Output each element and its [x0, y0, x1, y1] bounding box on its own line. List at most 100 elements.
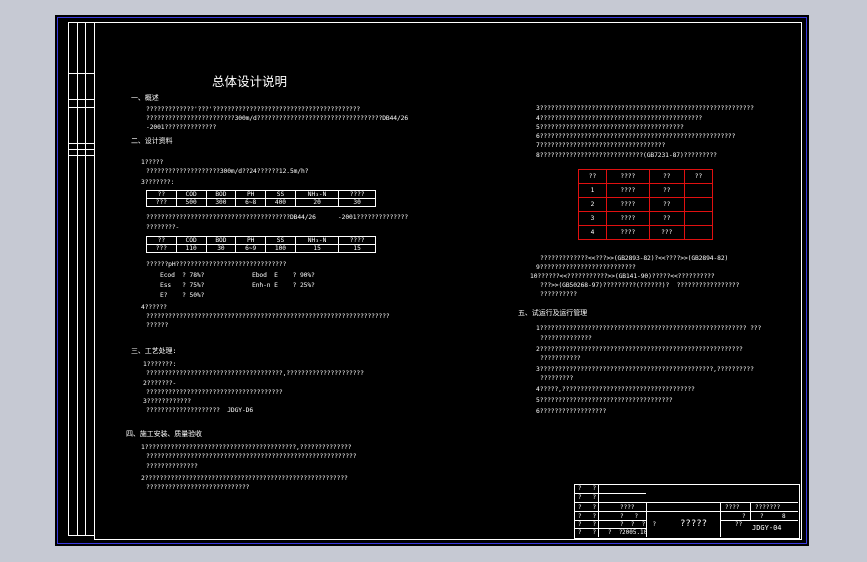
equipment-table: ?? ???? ?? ?? 1 ???? ?? 2 ???? ?? 3 ????…	[577, 169, 714, 240]
table-cell: ??	[146, 236, 177, 245]
s5-line: ???????????	[540, 355, 581, 362]
s5-line: 2???????????????????????????????????????…	[536, 346, 743, 353]
efficiency-left: E? ? 50%?	[160, 292, 205, 299]
inner-frame	[94, 22, 802, 540]
page-title: 总体设计说明	[212, 74, 288, 89]
table-cell: ??	[683, 169, 714, 184]
section-3-heading: 三、工艺处理:	[131, 347, 177, 355]
effluent-quality-table: ?? COD BOD PH SS NH₃-N ???? ??? 110 30 6…	[146, 236, 376, 253]
table-cell: 6~8	[235, 198, 267, 207]
table-cell: 300	[205, 198, 237, 207]
table-cell: ??	[648, 169, 685, 184]
tb-text: ? ?	[620, 513, 639, 520]
s3-line: 1???????:	[143, 361, 177, 368]
right-line: 8????????????????????????????(GB7231-87)…	[536, 152, 717, 159]
s4-line: ????????????????????????????????????????…	[146, 453, 357, 460]
table-cell: ??	[146, 190, 177, 199]
table-cell: NH₃-N	[294, 236, 340, 245]
table-cell: ??	[648, 197, 685, 212]
table-cell: SS	[265, 236, 296, 245]
table-cell: NH₃-N	[294, 190, 340, 199]
s2-line: ???????????????????????????????????????D…	[146, 214, 409, 221]
drawing-number: JDGY-04	[752, 524, 782, 532]
tb-text: ? ?	[608, 529, 623, 536]
section-5-heading: 五、试运行及运行管理	[518, 309, 587, 317]
table-cell: ????	[338, 190, 376, 199]
tb-text: ? ?	[578, 494, 597, 501]
table-cell: ????	[606, 183, 650, 198]
s1-line: -2001??????????????	[146, 124, 217, 131]
right-line: ??????????	[540, 291, 577, 298]
right-line: ???>>(GB50268-97)?????????(??????)? ????…	[540, 282, 740, 289]
s2-line: 3???????:	[141, 179, 175, 186]
table-cell: PH	[235, 190, 267, 199]
s2-line: ??????pH??????????????????????????????	[146, 261, 287, 268]
section-1-heading: 一、概述	[131, 94, 159, 102]
s5-line: 1???????????????????????????????????????…	[536, 325, 762, 332]
drawing-date: 2005.10	[622, 529, 648, 536]
table-cell: ??	[648, 183, 685, 198]
right-line: 6???????????????????????????????????????…	[536, 133, 736, 140]
s4-line: ??????????????	[146, 463, 198, 470]
table-cell: 20	[294, 198, 340, 207]
tb-text: ????	[725, 504, 740, 511]
table-cell: 100	[265, 244, 296, 253]
right-line: 5???????????????????????????????????????	[536, 124, 684, 131]
table-cell: 400	[265, 198, 296, 207]
drawing-name: ?????	[680, 519, 708, 529]
s3-line: 3????????????	[143, 398, 191, 405]
section-4-heading: 四、施工安装、质量验收	[126, 430, 202, 438]
table-cell: ????	[338, 236, 376, 245]
tb-text: ? ?	[578, 521, 597, 528]
tb-text: ? ?	[578, 485, 597, 492]
tb-text: 8	[782, 513, 786, 520]
s3-line: ?????????????????????????????????????,??…	[146, 370, 364, 377]
table-cell: 15	[338, 244, 376, 253]
s3-line: 2???????-	[143, 380, 177, 387]
table-cell: COD	[175, 190, 207, 199]
table-cell: ???	[146, 198, 177, 207]
right-line: 9??????????????????????????	[536, 264, 636, 271]
s3-line: ???????????????????? JDGY-D6	[146, 407, 254, 414]
s2-line: 1?????	[141, 159, 164, 166]
right-line: 4???????????????????????????????????????…	[536, 115, 703, 122]
s2-line: ????????-	[146, 224, 180, 231]
table-cell	[683, 197, 714, 212]
efficiency-right: Enh-n E ? 25%?	[252, 282, 315, 289]
tb-text: ??	[735, 521, 743, 528]
table-cell	[683, 183, 714, 198]
s5-line: ?????????	[540, 375, 574, 382]
table-cell: 30	[205, 244, 237, 253]
table-cell: 110	[175, 244, 207, 253]
table-cell: ???	[146, 244, 177, 253]
right-line: ?????????????<<???>>(GB2893-82)?<<????>>…	[540, 255, 729, 262]
efficiency-left: Ess ? 75%?	[160, 282, 205, 289]
s2-line: ??????	[146, 322, 169, 329]
table-cell: 6~9	[235, 244, 267, 253]
s2-line: 4??????	[141, 304, 167, 311]
right-line: 7??????????????????????????????????	[536, 142, 666, 149]
tb-text: ?	[742, 513, 746, 520]
s1-line: ????????????????????????300m/d??????????…	[146, 115, 409, 122]
table-cell: ??	[577, 169, 608, 184]
tb-text: ? ?	[578, 504, 597, 511]
tb-text: ? ?	[578, 529, 597, 536]
s5-line: 3???????????????????????????????????????…	[536, 366, 754, 373]
binding-strip	[68, 22, 95, 536]
table-cell: ??	[648, 211, 685, 226]
right-line: 10??????<<???????????>>(GB141-90)?????<<…	[530, 273, 715, 280]
table-cell: ????	[606, 169, 650, 184]
table-cell: COD	[175, 236, 207, 245]
efficiency-right: Ebod E ? 90%?	[252, 272, 315, 279]
s4-line: 1???????????????????????????????????????…	[141, 444, 352, 451]
s2-line: ????????????????????300m/d??24??????12.5…	[146, 168, 309, 175]
s3-line: ?????????????????????????????????????	[146, 389, 283, 396]
table-cell: ????	[606, 225, 650, 240]
tb-text: ????	[620, 504, 635, 511]
table-cell: ???	[648, 225, 685, 240]
s2-line: ????????????????????????????????????????…	[146, 313, 390, 320]
influent-quality-table: ?? COD BOD PH SS NH₃-N ???? ??? 500 300 …	[146, 190, 376, 207]
table-cell: 4	[577, 225, 608, 240]
tb-text: ? ? ? ?	[620, 521, 657, 528]
s5-line: ??????????????	[540, 335, 592, 342]
